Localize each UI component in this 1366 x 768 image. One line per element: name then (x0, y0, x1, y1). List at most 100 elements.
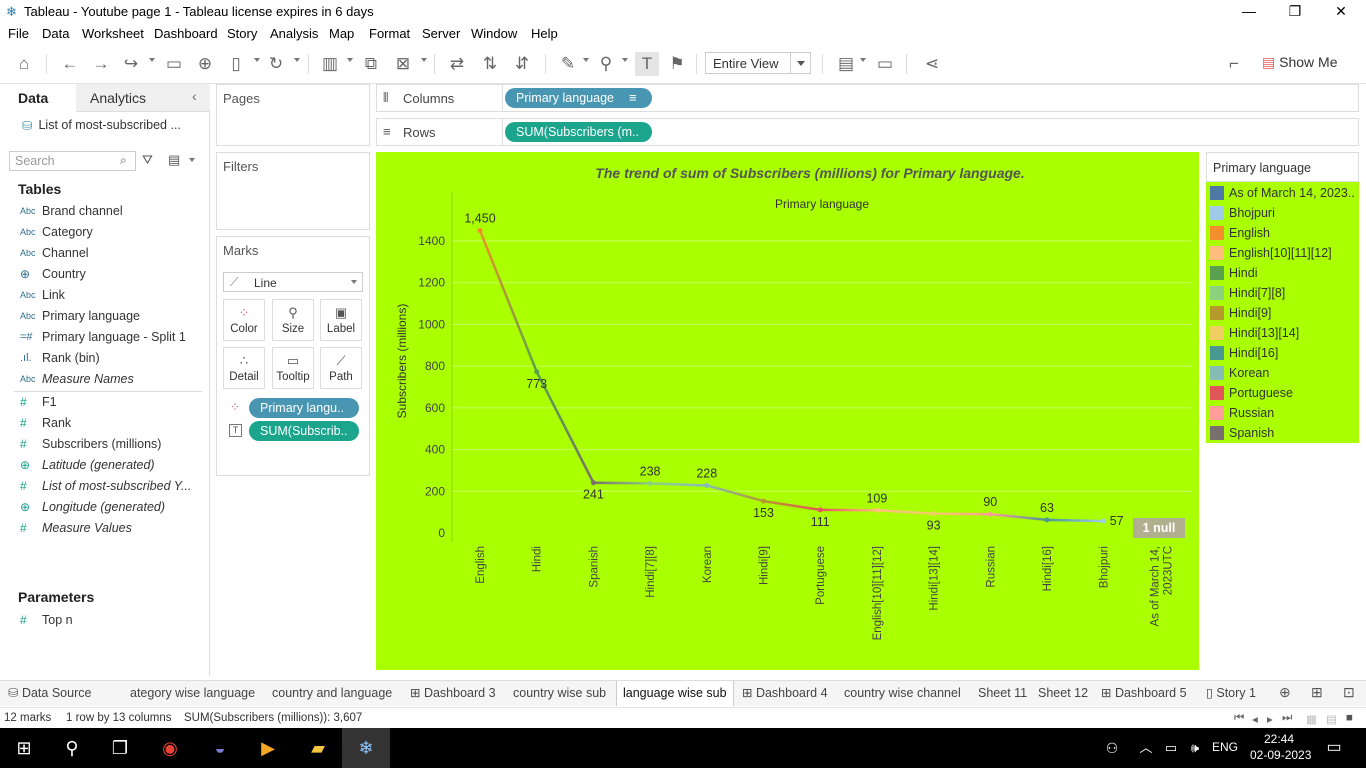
legend-item[interactable]: Spanish (1210, 423, 1274, 443)
field-latitude[interactable]: ⊕ Latitude (generated) (20, 455, 155, 475)
rows-pill-subscribers[interactable]: SUM(Subscribers (m.. (505, 122, 652, 142)
language-indicator[interactable]: ENG (1212, 740, 1238, 754)
close-button[interactable]: ✕ (1318, 0, 1364, 24)
menu-data[interactable]: Data (42, 26, 69, 41)
pages-shelf[interactable]: Pages (216, 84, 370, 146)
windows-start-icon[interactable]: ⊞ (0, 728, 48, 768)
search-icon[interactable]: ⚲ (48, 728, 96, 768)
media-player-icon[interactable]: ▶ (244, 728, 292, 768)
refresh-icon[interactable]: ↻ (264, 52, 288, 76)
group-icon[interactable]: ⚲ (594, 52, 618, 76)
field-country[interactable]: ⊕ Country (20, 264, 86, 284)
fit-view-select[interactable]: Entire View (705, 52, 811, 74)
home-icon[interactable]: ⌂ (12, 52, 36, 76)
legend-header[interactable]: Primary language (1206, 152, 1359, 182)
menu-file[interactable]: File (8, 26, 29, 41)
save-icon[interactable]: ▭ (162, 52, 186, 76)
legend-item[interactable]: Hindi[7][8] (1210, 283, 1285, 303)
tab-view-icon[interactable]: ■ (1346, 712, 1353, 724)
tab-data-source[interactable]: ⛁ Data Source (8, 681, 91, 706)
new-worksheet-icon[interactable]: ▥ (318, 52, 342, 76)
size-card[interactable]: ⚲ Size (272, 299, 314, 341)
field-link[interactable]: Abc Link (20, 285, 65, 305)
legend-item[interactable]: As of March 14, 2023.. (1210, 183, 1355, 203)
highlight-icon[interactable]: ✎ (556, 52, 580, 76)
legend-item[interactable]: Russian (1210, 403, 1274, 423)
menu-help[interactable]: Help (531, 26, 558, 41)
tab-sheet-11[interactable]: Sheet 11 (978, 681, 1027, 706)
mark-type-select[interactable]: ⟋ Line (223, 272, 363, 292)
swap-icon[interactable]: ⇄ (445, 52, 469, 76)
menu-server[interactable]: Server (422, 26, 460, 41)
next-page-icon[interactable]: ▸ (1267, 712, 1273, 726)
new-worksheet-icon[interactable]: ⊕ (1279, 684, 1291, 701)
field-measure-names[interactable]: Abc Measure Names (20, 369, 134, 389)
first-page-icon[interactable]: ⏮ (1234, 712, 1244, 725)
prev-page-icon[interactable]: ◂ (1252, 712, 1258, 726)
legend-item[interactable]: Portuguese (1210, 383, 1293, 403)
clock-date[interactable]: 02-09-2023 (1250, 748, 1311, 762)
filmstrip-view-icon[interactable]: ▤ (1326, 712, 1337, 726)
field-subscribers[interactable]: # Subscribers (millions) (20, 434, 161, 454)
people-icon[interactable]: ⚇ (1088, 728, 1136, 768)
volume-icon[interactable]: 🕪 (1184, 728, 1206, 768)
parameter-top-n[interactable]: # Top n (20, 610, 73, 630)
menu-window[interactable]: Window (471, 26, 517, 41)
field-brand-channel[interactable]: Abc Brand channel (20, 201, 123, 221)
sort-descending-icon[interactable]: ⇵ (510, 52, 534, 76)
field-rank[interactable]: # Rank (20, 413, 71, 433)
last-page-icon[interactable]: ⏭ (1282, 712, 1292, 725)
search-input[interactable]: Search ⌕ (9, 151, 136, 171)
show-cards-icon[interactable]: ▤ (834, 52, 858, 76)
field-primary-language[interactable]: Abc Primary language (20, 306, 140, 326)
pause-update-icon[interactable]: ▯ (224, 52, 248, 76)
legend-item[interactable]: English (1210, 223, 1270, 243)
paint-roller-icon[interactable]: ⌐ (1222, 52, 1246, 76)
field-channel[interactable]: Abc Channel (20, 243, 89, 263)
filters-shelf[interactable]: Filters (216, 152, 370, 230)
notification-icon[interactable]: ▭ (1310, 728, 1358, 768)
marks-pill-primary-language[interactable]: Primary langu.. (249, 398, 359, 418)
line-chart[interactable]: The trend of sum of Subscribers (million… (376, 152, 1199, 670)
field-longitude[interactable]: ⊕ Longitude (generated) (20, 497, 165, 517)
legend-item[interactable]: Korean (1210, 363, 1269, 383)
clock-time[interactable]: 22:44 (1264, 732, 1294, 746)
columns-pill-primary-language[interactable]: Primary language ≡ (505, 88, 652, 108)
replay-icon[interactable]: ↪ (119, 52, 143, 76)
tab-dashboard-4[interactable]: ⊞ Dashboard 4 (742, 681, 828, 706)
tableau-taskbar-icon[interactable]: ❄ (342, 728, 390, 768)
menu-map[interactable]: Map (329, 26, 354, 41)
tray-chevron-icon[interactable]: ︿ (1136, 728, 1156, 768)
grid-view-icon[interactable]: ▦ (1306, 712, 1317, 726)
field-category[interactable]: Abc Category (20, 222, 93, 242)
tab-category-wise-language[interactable]: ategory wise language (130, 681, 255, 706)
minimize-button[interactable]: — (1226, 0, 1272, 24)
field-list-of-most-subscribed[interactable]: # List of most-subscribed Y... (20, 476, 191, 496)
tab-dashboard-5[interactable]: ⊞ Dashboard 5 (1101, 681, 1187, 706)
new-datasource-icon[interactable]: ⊕ (193, 52, 217, 76)
y-axis-title[interactable]: Subscribers (millions) (395, 304, 409, 419)
legend-item[interactable]: Bhojpuri (1210, 203, 1275, 223)
share-icon[interactable]: ⋖ (920, 52, 944, 76)
legend-item[interactable]: English[10][11][12] (1210, 243, 1332, 263)
tab-dashboard-3[interactable]: ⊞ Dashboard 3 (410, 681, 496, 706)
filter-icon[interactable]: ⛛ (142, 152, 153, 168)
clear-sheet-icon[interactable]: ⊠ (391, 52, 415, 76)
tab-country-wise-channel[interactable]: country wise channel (844, 681, 961, 706)
restore-button[interactable]: ❐ (1272, 0, 1318, 24)
legend-item[interactable]: Hindi[13][14] (1210, 323, 1299, 343)
show-labels-icon[interactable]: T (635, 52, 659, 76)
redo-icon[interactable]: → (89, 52, 113, 76)
columns-shelf[interactable]: ⫴ Columns Primary language ≡ (376, 84, 1359, 112)
datasource-item[interactable]: ⛁ List of most-subscribed ... (22, 118, 181, 133)
tab-data[interactable]: Data (0, 84, 76, 112)
undo-icon[interactable]: ← (58, 52, 82, 76)
battery-icon[interactable]: ▭ (1160, 728, 1182, 768)
legend-item[interactable]: Hindi[16] (1210, 343, 1278, 363)
tooltip-card[interactable]: ▭ Tooltip (272, 347, 314, 389)
legend-item[interactable]: Hindi (1210, 263, 1258, 283)
detail-card[interactable]: ∴ Detail (223, 347, 265, 389)
tab-analytics[interactable]: Analytics ‹ (76, 84, 210, 112)
rows-shelf[interactable]: ≡ Rows SUM(Subscribers (m.. (376, 118, 1359, 146)
tab-story-1[interactable]: ▯ Story 1 (1206, 681, 1256, 706)
